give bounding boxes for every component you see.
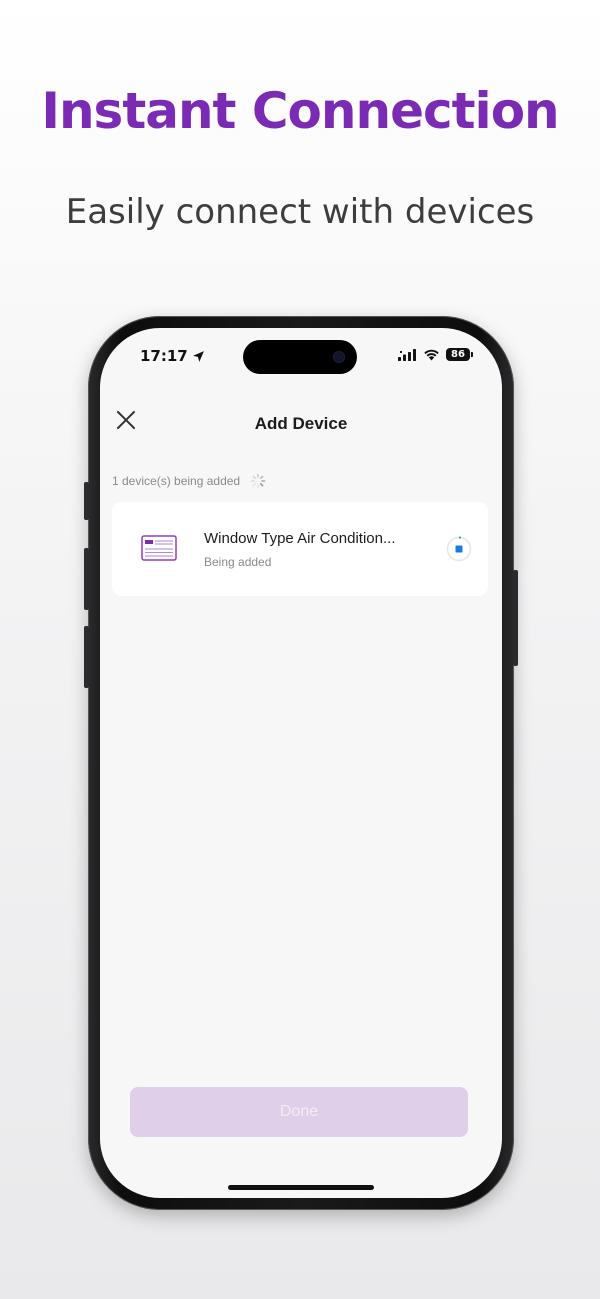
wifi-icon	[424, 349, 439, 360]
phone-volume-up-button	[84, 548, 89, 610]
page-title: Add Device	[254, 414, 348, 433]
phone-screen: 17:17 86 Add Device 1 device(s) being ad…	[100, 328, 502, 1198]
phone-power-button	[513, 570, 518, 666]
status-bar: 17:17 86	[100, 328, 502, 384]
location-arrow-icon	[192, 350, 204, 362]
adding-progress-text: 1 device(s) being added	[112, 474, 241, 488]
promo-subheadline: Easily connect with devices	[65, 192, 535, 232]
air-conditioner-icon	[141, 535, 177, 561]
status-indicators: 86	[398, 348, 473, 361]
battery-icon: 86	[446, 348, 473, 361]
adding-progress: 1 device(s) being added	[112, 473, 266, 489]
front-camera	[333, 351, 345, 363]
loading-spinner-icon	[250, 473, 266, 489]
cellular-signal-icon	[398, 348, 416, 361]
dynamic-island	[243, 340, 357, 374]
status-time: 17:17	[140, 347, 205, 365]
adding-progress-ring-icon	[446, 536, 472, 562]
phone-frame: 17:17 86 Add Device 1 device(s) being ad…	[84, 316, 518, 1210]
device-name: Window Type Air Condition...	[204, 530, 396, 547]
phone-volume-down-button	[84, 626, 89, 688]
battery-level: 86	[451, 349, 465, 360]
device-status: Being added	[204, 555, 272, 569]
promo-headline: Instant Connection	[41, 82, 559, 140]
home-indicator[interactable]	[228, 1185, 374, 1190]
done-button[interactable]: Done	[130, 1087, 468, 1137]
phone-action-button	[84, 482, 89, 520]
device-list-item[interactable]: Window Type Air Condition... Being added	[112, 502, 488, 596]
status-time-text: 17:17	[140, 347, 188, 365]
